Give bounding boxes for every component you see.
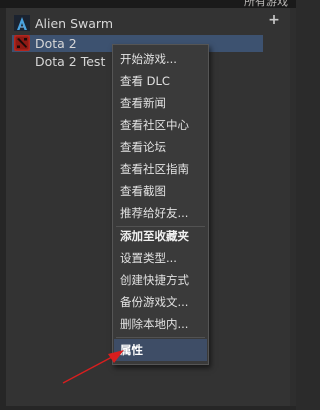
game-row-dota-2[interactable]: Dota 2 xyxy=(14,35,77,51)
menu-item-screenshots[interactable]: 查看截图 xyxy=(114,180,207,202)
menu-item-delete-local-content[interactable]: 删除本地内... xyxy=(114,313,207,335)
game-name: Alien Swarm xyxy=(35,15,113,31)
blank-icon xyxy=(14,53,30,69)
menu-item-view-dlc[interactable]: 查看 DLC xyxy=(114,70,207,92)
right-edge xyxy=(290,8,296,410)
menu-item-recommend[interactable]: 推荐给好友... xyxy=(114,202,207,224)
plus-icon[interactable]: + xyxy=(268,13,280,27)
menu-item-add-to-favorites[interactable]: 添加至收藏夹 xyxy=(114,225,207,247)
alien-swarm-icon xyxy=(14,15,30,31)
annotation-arrow xyxy=(62,350,124,384)
menu-item-guides[interactable]: 查看社区指南 xyxy=(114,158,207,180)
bottom-edge xyxy=(0,406,296,410)
dota2-icon xyxy=(14,35,30,51)
menu-item-set-category[interactable]: 设置类型... xyxy=(114,247,207,269)
menu-item-create-shortcut[interactable]: 创建快捷方式 xyxy=(114,269,207,291)
menu-item-play[interactable]: 开始游戏... xyxy=(114,48,207,70)
game-row-alien-swarm[interactable]: Alien Swarm xyxy=(14,15,113,31)
menu-item-forums[interactable]: 查看论坛 xyxy=(114,136,207,158)
game-name: Dota 2 Test xyxy=(35,53,106,69)
game-name: Dota 2 xyxy=(35,35,77,51)
menu-separator xyxy=(116,337,205,338)
menu-item-community-hub[interactable]: 查看社区中心 xyxy=(114,114,207,136)
menu-item-view-news[interactable]: 查看新闻 xyxy=(114,92,207,114)
all-games-link[interactable]: 所有游戏 xyxy=(244,0,288,8)
menu-item-backup-game-files[interactable]: 备份游戏文... xyxy=(114,291,207,313)
game-row-dota-2-test[interactable]: Dota 2 Test xyxy=(14,53,105,69)
context-menu: 开始游戏... 查看 DLC 查看新闻 查看社区中心 查看论坛 查看社区指南 查… xyxy=(112,44,209,365)
top-bar: 所有游戏 xyxy=(0,0,296,8)
